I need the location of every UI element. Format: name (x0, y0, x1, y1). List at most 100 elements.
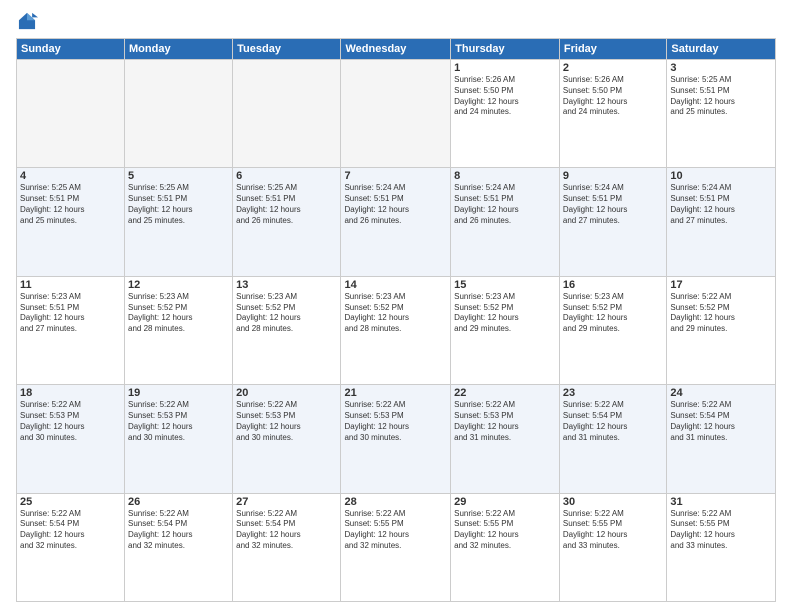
day-number: 10 (670, 170, 772, 182)
calendar-cell: 9Sunrise: 5:24 AM Sunset: 5:51 PM Daylig… (559, 168, 666, 276)
day-info: Sunrise: 5:24 AM Sunset: 5:51 PM Dayligh… (563, 183, 663, 226)
day-number: 28 (344, 496, 447, 508)
calendar-week-row: 25Sunrise: 5:22 AM Sunset: 5:54 PM Dayli… (17, 493, 776, 601)
calendar-cell: 27Sunrise: 5:22 AM Sunset: 5:54 PM Dayli… (233, 493, 341, 601)
day-info: Sunrise: 5:24 AM Sunset: 5:51 PM Dayligh… (670, 183, 772, 226)
day-number: 23 (563, 387, 663, 399)
day-info: Sunrise: 5:22 AM Sunset: 5:55 PM Dayligh… (563, 509, 663, 552)
calendar-cell (125, 60, 233, 168)
day-number: 18 (20, 387, 121, 399)
calendar-cell (341, 60, 451, 168)
calendar-cell: 8Sunrise: 5:24 AM Sunset: 5:51 PM Daylig… (451, 168, 560, 276)
calendar-cell: 7Sunrise: 5:24 AM Sunset: 5:51 PM Daylig… (341, 168, 451, 276)
calendar-week-row: 1Sunrise: 5:26 AM Sunset: 5:50 PM Daylig… (17, 60, 776, 168)
calendar-week-row: 18Sunrise: 5:22 AM Sunset: 5:53 PM Dayli… (17, 385, 776, 493)
calendar-cell: 23Sunrise: 5:22 AM Sunset: 5:54 PM Dayli… (559, 385, 666, 493)
day-number: 19 (128, 387, 229, 399)
weekday-header-monday: Monday (125, 39, 233, 60)
day-number: 6 (236, 170, 337, 182)
calendar-cell: 13Sunrise: 5:23 AM Sunset: 5:52 PM Dayli… (233, 276, 341, 384)
day-number: 5 (128, 170, 229, 182)
day-info: Sunrise: 5:23 AM Sunset: 5:52 PM Dayligh… (344, 292, 447, 335)
calendar-cell: 15Sunrise: 5:23 AM Sunset: 5:52 PM Dayli… (451, 276, 560, 384)
day-number: 31 (670, 496, 772, 508)
day-info: Sunrise: 5:22 AM Sunset: 5:53 PM Dayligh… (454, 400, 556, 443)
logo-icon (16, 10, 38, 32)
day-info: Sunrise: 5:25 AM Sunset: 5:51 PM Dayligh… (236, 183, 337, 226)
day-number: 21 (344, 387, 447, 399)
calendar-cell: 12Sunrise: 5:23 AM Sunset: 5:52 PM Dayli… (125, 276, 233, 384)
day-number: 13 (236, 279, 337, 291)
day-info: Sunrise: 5:24 AM Sunset: 5:51 PM Dayligh… (344, 183, 447, 226)
day-info: Sunrise: 5:22 AM Sunset: 5:53 PM Dayligh… (20, 400, 121, 443)
day-info: Sunrise: 5:25 AM Sunset: 5:51 PM Dayligh… (20, 183, 121, 226)
day-number: 7 (344, 170, 447, 182)
calendar-cell: 6Sunrise: 5:25 AM Sunset: 5:51 PM Daylig… (233, 168, 341, 276)
day-info: Sunrise: 5:23 AM Sunset: 5:52 PM Dayligh… (454, 292, 556, 335)
day-info: Sunrise: 5:22 AM Sunset: 5:54 PM Dayligh… (236, 509, 337, 552)
header (16, 10, 776, 32)
day-number: 4 (20, 170, 121, 182)
day-info: Sunrise: 5:22 AM Sunset: 5:55 PM Dayligh… (344, 509, 447, 552)
day-number: 11 (20, 279, 121, 291)
weekday-header-wednesday: Wednesday (341, 39, 451, 60)
calendar-week-row: 4Sunrise: 5:25 AM Sunset: 5:51 PM Daylig… (17, 168, 776, 276)
weekday-header-thursday: Thursday (451, 39, 560, 60)
day-number: 17 (670, 279, 772, 291)
calendar-cell: 29Sunrise: 5:22 AM Sunset: 5:55 PM Dayli… (451, 493, 560, 601)
day-info: Sunrise: 5:22 AM Sunset: 5:54 PM Dayligh… (20, 509, 121, 552)
day-info: Sunrise: 5:22 AM Sunset: 5:54 PM Dayligh… (670, 400, 772, 443)
calendar-cell: 22Sunrise: 5:22 AM Sunset: 5:53 PM Dayli… (451, 385, 560, 493)
day-number: 16 (563, 279, 663, 291)
day-info: Sunrise: 5:22 AM Sunset: 5:52 PM Dayligh… (670, 292, 772, 335)
calendar-cell: 3Sunrise: 5:25 AM Sunset: 5:51 PM Daylig… (667, 60, 776, 168)
day-info: Sunrise: 5:22 AM Sunset: 5:54 PM Dayligh… (128, 509, 229, 552)
day-info: Sunrise: 5:26 AM Sunset: 5:50 PM Dayligh… (454, 75, 556, 118)
weekday-header-saturday: Saturday (667, 39, 776, 60)
day-info: Sunrise: 5:25 AM Sunset: 5:51 PM Dayligh… (670, 75, 772, 118)
calendar-cell: 30Sunrise: 5:22 AM Sunset: 5:55 PM Dayli… (559, 493, 666, 601)
calendar-cell: 4Sunrise: 5:25 AM Sunset: 5:51 PM Daylig… (17, 168, 125, 276)
day-info: Sunrise: 5:26 AM Sunset: 5:50 PM Dayligh… (563, 75, 663, 118)
day-number: 30 (563, 496, 663, 508)
weekday-header-sunday: Sunday (17, 39, 125, 60)
day-number: 1 (454, 62, 556, 74)
calendar-cell: 19Sunrise: 5:22 AM Sunset: 5:53 PM Dayli… (125, 385, 233, 493)
calendar-cell: 11Sunrise: 5:23 AM Sunset: 5:51 PM Dayli… (17, 276, 125, 384)
calendar-cell: 14Sunrise: 5:23 AM Sunset: 5:52 PM Dayli… (341, 276, 451, 384)
calendar-cell: 5Sunrise: 5:25 AM Sunset: 5:51 PM Daylig… (125, 168, 233, 276)
calendar-cell: 18Sunrise: 5:22 AM Sunset: 5:53 PM Dayli… (17, 385, 125, 493)
day-info: Sunrise: 5:22 AM Sunset: 5:54 PM Dayligh… (563, 400, 663, 443)
calendar-cell: 16Sunrise: 5:23 AM Sunset: 5:52 PM Dayli… (559, 276, 666, 384)
day-number: 8 (454, 170, 556, 182)
day-info: Sunrise: 5:22 AM Sunset: 5:53 PM Dayligh… (128, 400, 229, 443)
day-number: 25 (20, 496, 121, 508)
calendar-cell: 20Sunrise: 5:22 AM Sunset: 5:53 PM Dayli… (233, 385, 341, 493)
day-number: 20 (236, 387, 337, 399)
day-number: 14 (344, 279, 447, 291)
day-number: 27 (236, 496, 337, 508)
day-number: 3 (670, 62, 772, 74)
weekday-header-row: SundayMondayTuesdayWednesdayThursdayFrid… (17, 39, 776, 60)
day-info: Sunrise: 5:22 AM Sunset: 5:53 PM Dayligh… (344, 400, 447, 443)
day-info: Sunrise: 5:22 AM Sunset: 5:55 PM Dayligh… (454, 509, 556, 552)
calendar-cell (17, 60, 125, 168)
calendar-cell: 1Sunrise: 5:26 AM Sunset: 5:50 PM Daylig… (451, 60, 560, 168)
day-info: Sunrise: 5:22 AM Sunset: 5:55 PM Dayligh… (670, 509, 772, 552)
calendar-cell: 17Sunrise: 5:22 AM Sunset: 5:52 PM Dayli… (667, 276, 776, 384)
calendar-week-row: 11Sunrise: 5:23 AM Sunset: 5:51 PM Dayli… (17, 276, 776, 384)
day-number: 9 (563, 170, 663, 182)
day-info: Sunrise: 5:23 AM Sunset: 5:52 PM Dayligh… (563, 292, 663, 335)
day-info: Sunrise: 5:23 AM Sunset: 5:52 PM Dayligh… (128, 292, 229, 335)
day-number: 29 (454, 496, 556, 508)
day-info: Sunrise: 5:24 AM Sunset: 5:51 PM Dayligh… (454, 183, 556, 226)
calendar-cell: 10Sunrise: 5:24 AM Sunset: 5:51 PM Dayli… (667, 168, 776, 276)
day-info: Sunrise: 5:25 AM Sunset: 5:51 PM Dayligh… (128, 183, 229, 226)
day-number: 15 (454, 279, 556, 291)
calendar-cell: 31Sunrise: 5:22 AM Sunset: 5:55 PM Dayli… (667, 493, 776, 601)
day-info: Sunrise: 5:23 AM Sunset: 5:52 PM Dayligh… (236, 292, 337, 335)
calendar-cell (233, 60, 341, 168)
day-info: Sunrise: 5:23 AM Sunset: 5:51 PM Dayligh… (20, 292, 121, 335)
day-number: 24 (670, 387, 772, 399)
calendar-cell: 25Sunrise: 5:22 AM Sunset: 5:54 PM Dayli… (17, 493, 125, 601)
